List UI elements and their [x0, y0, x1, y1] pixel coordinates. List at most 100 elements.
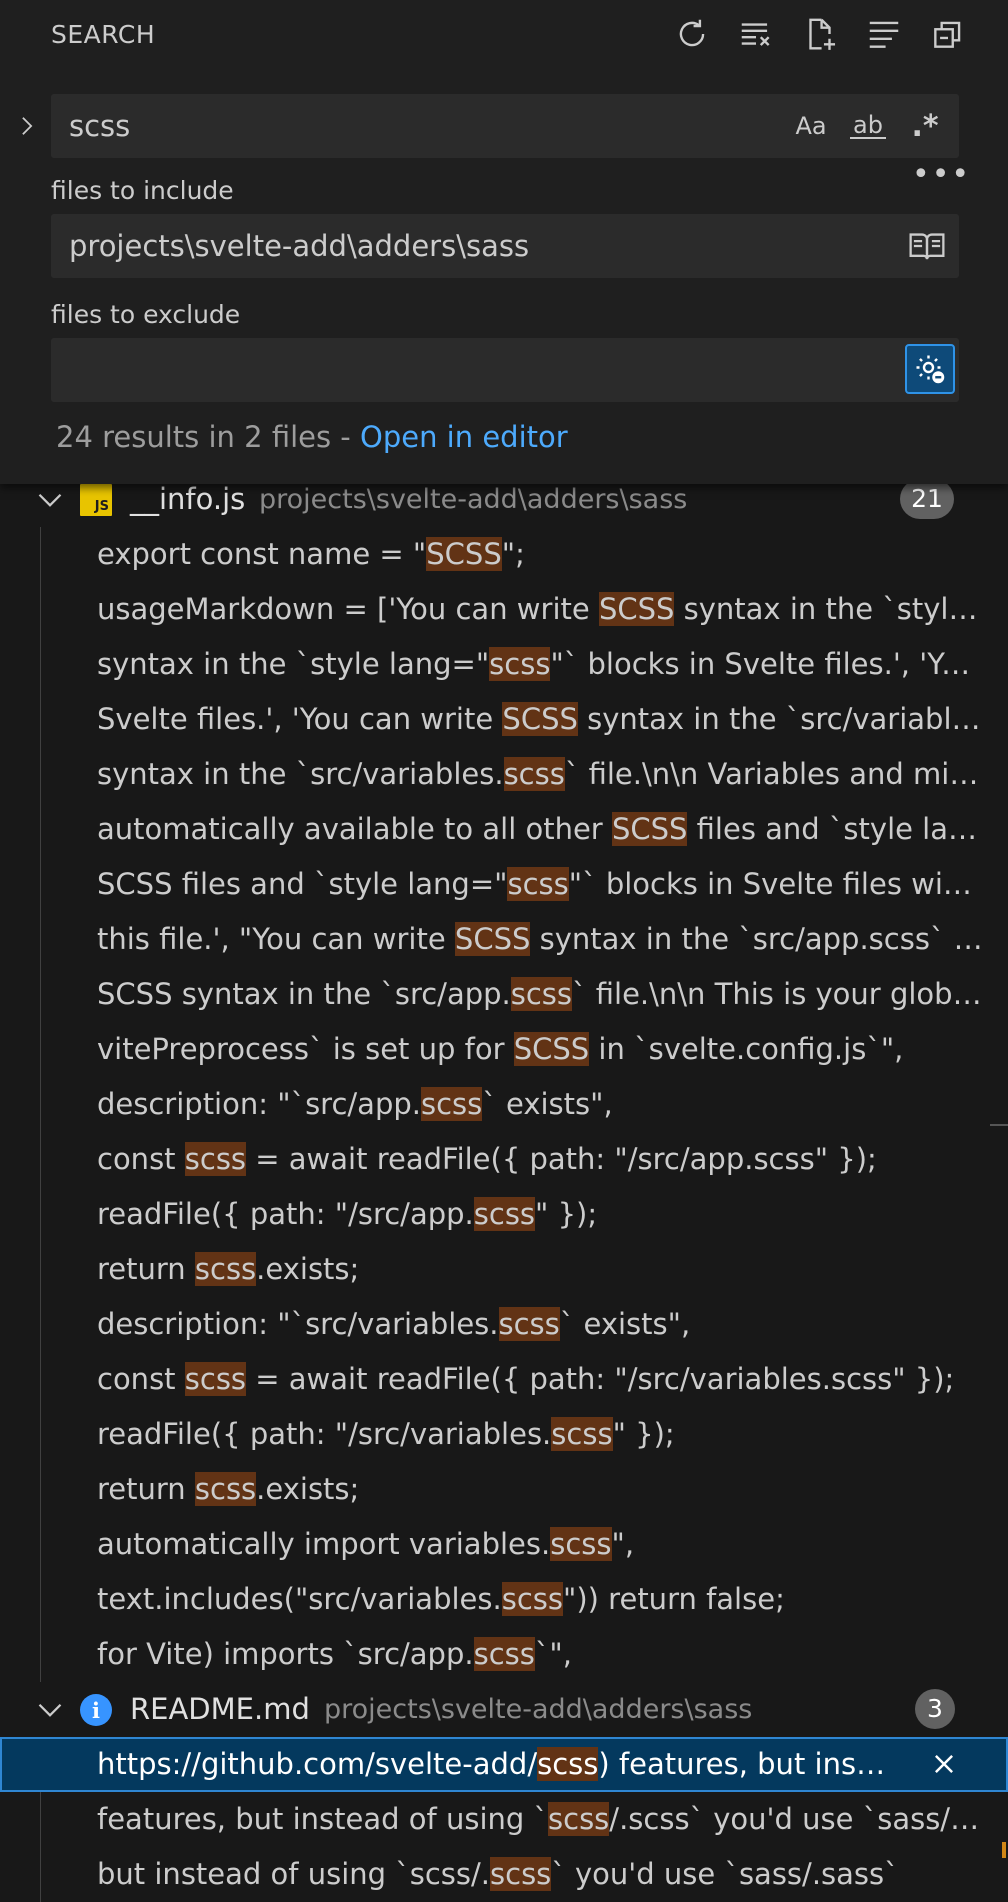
match-highlight: scss	[184, 1142, 247, 1176]
match-text: export const name = "	[97, 537, 427, 571]
match-text: features, but instead of using `	[97, 1802, 549, 1836]
match-line[interactable]: text.includes("src/variables.scss")) ret…	[0, 1572, 1008, 1627]
include-label: files to include	[51, 176, 234, 205]
match-line[interactable]: export const name = "SCSS";	[0, 527, 1008, 582]
match-line[interactable]: description: "`src/variables.scss` exist…	[0, 1297, 1008, 1352]
match-line[interactable]: readFile({ path: "/src/app.scss" });	[0, 1187, 1008, 1242]
search-options: Aa ab .*	[787, 104, 949, 148]
match-highlight: scss	[184, 1362, 247, 1396]
match-highlight: scss	[551, 1417, 613, 1451]
match-line[interactable]: but instead of using `scss/.scss` you'd …	[0, 1847, 1008, 1902]
toggle-replace-chevron-icon[interactable]	[10, 106, 44, 146]
chevron-down-icon[interactable]	[36, 486, 64, 514]
match-line[interactable]: usageMarkdown = ['You can write SCSS syn…	[0, 582, 1008, 637]
match-line[interactable]: automatically available to all other SCS…	[0, 802, 1008, 857]
match-text: but instead of using `scss/.	[97, 1857, 491, 1891]
match-line-text: readFile({ path: "/src/app.scss" });	[97, 1187, 983, 1242]
match-case-toggle[interactable]: Aa	[787, 104, 835, 148]
match-line[interactable]: syntax in the `style lang="scss"` blocks…	[0, 637, 1008, 692]
match-line[interactable]: this file.', "You can write SCSS syntax …	[0, 912, 1008, 967]
match-text: automatically import variables.	[97, 1527, 551, 1561]
match-text: /.scss` you'd use `sass/.sa...	[609, 1802, 983, 1836]
match-highlight: SCSS	[611, 812, 688, 846]
regex-toggle[interactable]: .*	[901, 104, 949, 148]
include-value[interactable]: projects\svelte-add\adders\sass	[69, 214, 529, 278]
include-field[interactable]: projects\svelte-add\adders\sass	[51, 214, 959, 278]
match-text: Svelte files.', 'You can write	[97, 702, 503, 736]
match-line-text: https://github.com/svelte-add/scss) feat…	[97, 1737, 887, 1792]
match-line-text: readFile({ path: "/src/variables.scss" }…	[97, 1407, 983, 1462]
search-query[interactable]: scss	[69, 94, 130, 158]
panel-title: SEARCH	[51, 20, 156, 49]
match-text: description: "`src/variables.	[97, 1307, 499, 1341]
match-line[interactable]: SCSS files and `style lang="scss"` block…	[0, 857, 1008, 912]
match-line[interactable]: features, but instead of using `scss/.sc…	[0, 1792, 1008, 1847]
match-text: = await readFile({ path: "/src/variables…	[246, 1362, 955, 1396]
match-line[interactable]: vitePreprocess` is set up for SCSS in `s…	[0, 1022, 1008, 1077]
results-count-text: 24 results in 2 files -	[56, 420, 360, 454]
match-count-badge: 3	[915, 1689, 955, 1729]
match-text: const	[97, 1142, 185, 1176]
match-highlight: SCSS	[513, 1032, 590, 1066]
match-highlight: scss	[498, 1307, 560, 1341]
match-line[interactable]: return scss.exists;	[0, 1242, 1008, 1297]
search-input[interactable]: scss Aa ab .*	[51, 94, 959, 158]
more-options-icon[interactable]: •••	[912, 160, 971, 190]
search-header: SEARCH scss Aa ab .* ••• files to includ…	[0, 0, 1008, 484]
match-text: ` exists",	[559, 1307, 691, 1341]
match-highlight: scss	[473, 1637, 535, 1671]
match-line[interactable]: const scss = await readFile({ path: "/sr…	[0, 1132, 1008, 1187]
file-path: projects\svelte-add\adders\sass	[324, 1694, 753, 1725]
scrollbar-thumb[interactable]	[990, 1124, 1008, 1126]
match-line-text: automatically import variables.scss",	[97, 1517, 983, 1572]
collapse-all-icon[interactable]	[924, 12, 972, 56]
open-editors-only-icon[interactable]	[907, 228, 947, 264]
match-text: "` blocks in Svelte files witho...	[568, 867, 983, 901]
match-line-text: this file.', "You can write SCSS syntax …	[97, 912, 983, 967]
open-in-editor-link[interactable]: Open in editor	[360, 420, 568, 454]
dismiss-result-icon[interactable]	[926, 1746, 962, 1782]
match-line[interactable]: return scss.exists;	[0, 1462, 1008, 1517]
match-line[interactable]: readFile({ path: "/src/variables.scss" }…	[0, 1407, 1008, 1462]
match-line-text: export const name = "SCSS";	[97, 527, 983, 582]
match-highlight: scss	[194, 1472, 257, 1506]
view-as-tree-icon[interactable]	[860, 12, 908, 56]
match-line-text: syntax in the `src/variables.scss` file.…	[97, 747, 983, 802]
match-line[interactable]: Svelte files.', 'You can write SCSS synt…	[0, 692, 1008, 747]
match-line[interactable]: const scss = await readFile({ path: "/sr…	[0, 1352, 1008, 1407]
exclude-field[interactable]	[51, 338, 959, 402]
new-search-editor-icon[interactable]	[796, 12, 844, 56]
match-highlight: scss	[501, 1582, 563, 1616]
match-highlight: scss	[503, 757, 565, 791]
match-highlight: SCSS	[502, 702, 578, 736]
chevron-down-icon[interactable]	[36, 1696, 64, 1724]
js-file-icon: JS	[80, 484, 112, 516]
clear-results-icon[interactable]	[732, 12, 780, 56]
match-highlight: scss	[194, 1252, 257, 1286]
match-text: ` exists",	[482, 1087, 613, 1121]
match-line[interactable]: for Vite) imports `src/app.scss`",	[0, 1627, 1008, 1682]
match-line-selected[interactable]: https://github.com/svelte-add/scss) feat…	[0, 1737, 1008, 1792]
match-line-text: Svelte files.', 'You can write SCSS synt…	[97, 692, 983, 747]
match-text: readFile({ path: "/src/variables.	[97, 1417, 552, 1451]
file-result-row[interactable]: i README.md projects\svelte-add\adders\sas…	[0, 1682, 1008, 1737]
use-exclude-settings-icon[interactable]	[905, 344, 955, 394]
match-text: = await readFile({ path: "/src/app.scss"…	[246, 1142, 877, 1176]
match-line[interactable]: description: "`src/app.scss` exists",	[0, 1077, 1008, 1132]
match-line[interactable]: syntax in the `src/variables.scss` file.…	[0, 747, 1008, 802]
match-text: https://github.com/svelte-add/	[97, 1747, 538, 1781]
whole-word-label: ab	[850, 113, 886, 139]
match-highlight: scss	[489, 647, 551, 681]
match-line-text: SCSS syntax in the `src/app.scss` file.\…	[97, 967, 983, 1022]
match-text: ` file.\n\n Variables and mixin...	[564, 757, 983, 791]
match-text: ";	[501, 537, 525, 571]
match-text: .exists;	[256, 1472, 360, 1506]
match-line[interactable]: SCSS syntax in the `src/app.scss` file.\…	[0, 967, 1008, 1022]
whole-word-toggle[interactable]: ab	[841, 104, 895, 148]
match-line[interactable]: automatically import variables.scss",	[0, 1517, 1008, 1572]
match-line-text: automatically available to all other SCS…	[97, 802, 983, 857]
match-text: SCSS syntax in the `src/app.	[97, 977, 511, 1011]
match-text: syntax in the `style lang="	[97, 647, 490, 681]
refresh-icon[interactable]	[668, 12, 716, 56]
match-text: this file.', "You can write	[97, 922, 455, 956]
